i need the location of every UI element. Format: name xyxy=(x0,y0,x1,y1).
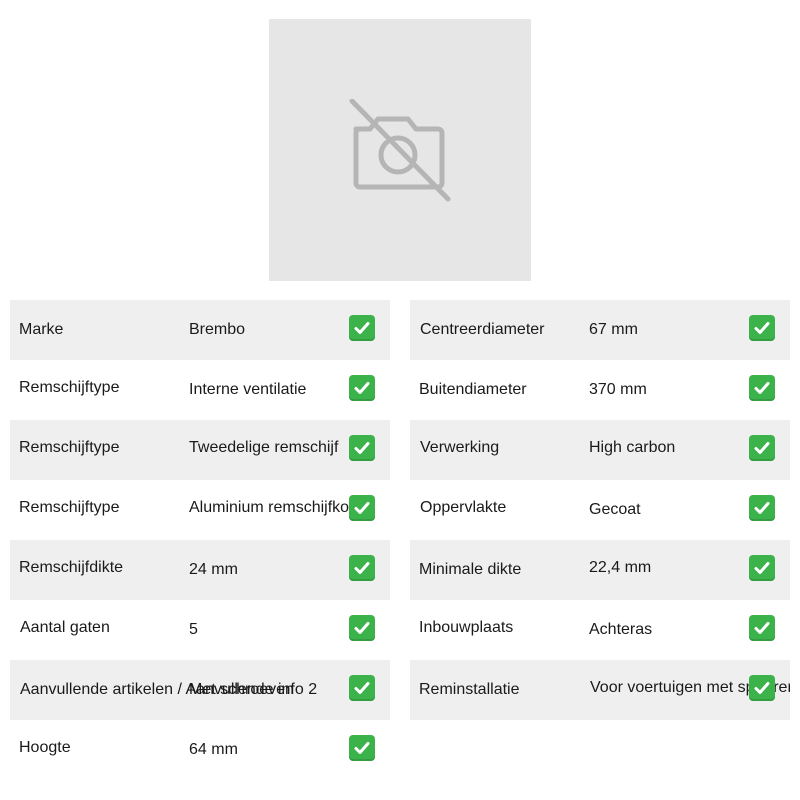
spec-row: Remschijftype Interne ventilatie xyxy=(10,360,390,420)
check-icon xyxy=(749,315,775,341)
check-icon xyxy=(749,615,775,641)
spec-row: Centreerdiameter 67 mm xyxy=(410,300,790,360)
spec-value: 24 mm xyxy=(189,561,238,578)
spec-value: Interne ventilatie xyxy=(189,381,307,398)
spec-value: 5 xyxy=(189,621,198,638)
check-icon xyxy=(349,435,375,461)
check-icon xyxy=(349,375,375,401)
spec-row: Remschijfdikte 24 mm xyxy=(10,540,390,600)
spec-value: Tweedelige remschijf xyxy=(189,439,339,456)
spec-value: Met schroeven xyxy=(189,681,294,698)
spec-row: Minimale dikte 22,4 mm xyxy=(410,540,790,600)
check-icon xyxy=(749,495,775,521)
spec-row: Verwerking High carbon xyxy=(410,420,790,480)
spec-label: Remschijftype xyxy=(19,499,120,516)
spec-row: Aantal gaten 5 xyxy=(10,600,390,660)
spec-label: Reminstallatie xyxy=(419,681,520,698)
spec-label: Remschijftype xyxy=(19,379,120,396)
spec-label: Remschijftype xyxy=(19,439,120,456)
spec-row: Aanvullende artikelen / Aanvullende info… xyxy=(10,660,390,720)
spec-value: 64 mm xyxy=(189,741,238,758)
spec-label: Inbouwplaats xyxy=(419,619,514,636)
check-icon xyxy=(349,675,375,701)
spec-table-right: Centreerdiameter 67 mm Buitendiameter 37… xyxy=(410,300,790,720)
spec-label: Centreerdiameter xyxy=(420,321,545,338)
spec-row: Remschijftype Aluminium remschijfkom xyxy=(10,480,390,540)
check-icon xyxy=(349,555,375,581)
spec-value: Achteras xyxy=(589,621,653,638)
spec-table-left: Marke Brembo Remschijftype Interne venti… xyxy=(10,300,390,780)
spec-value: 22,4 mm xyxy=(589,559,652,576)
product-spec-page: Marke Brembo Remschijftype Interne venti… xyxy=(0,0,800,800)
spec-label: Remschijfdikte xyxy=(19,559,124,576)
spec-row: Remschijftype Tweedelige remschijf xyxy=(10,420,390,480)
spec-label: Marke xyxy=(19,321,64,338)
check-icon xyxy=(749,375,775,401)
spec-row: Inbouwplaats Achteras xyxy=(410,600,790,660)
spec-value: Aluminium remschijfkom xyxy=(189,499,363,516)
spec-row: Buitendiameter 370 mm xyxy=(410,360,790,420)
spec-row: Oppervlakte Gecoat xyxy=(410,480,790,540)
spec-row: Marke Brembo xyxy=(10,300,390,360)
spec-row: Hoogte 64 mm xyxy=(10,720,390,780)
check-icon xyxy=(749,675,775,701)
spec-label: Aantal gaten xyxy=(20,619,110,636)
spec-label: Hoogte xyxy=(19,739,71,756)
check-icon xyxy=(349,495,375,521)
spec-label: Oppervlakte xyxy=(420,499,507,516)
spec-value: 370 mm xyxy=(589,381,647,398)
check-icon xyxy=(749,555,775,581)
spec-label: Verwerking xyxy=(420,439,500,456)
spec-value: Gecoat xyxy=(589,501,641,518)
check-icon xyxy=(349,615,375,641)
product-image-placeholder xyxy=(269,19,531,281)
check-icon xyxy=(749,435,775,461)
check-icon xyxy=(349,315,375,341)
spec-label: Minimale dikte xyxy=(419,561,522,578)
spec-value: High carbon xyxy=(589,439,676,456)
check-icon xyxy=(349,735,375,761)
spec-value: Brembo xyxy=(189,321,246,338)
spec-label: Buitendiameter xyxy=(419,381,527,398)
spec-value: 67 mm xyxy=(589,321,638,338)
camera-off-icon xyxy=(349,99,451,202)
spec-row: Reminstallatie Voor voertuigen met sport… xyxy=(410,660,790,720)
